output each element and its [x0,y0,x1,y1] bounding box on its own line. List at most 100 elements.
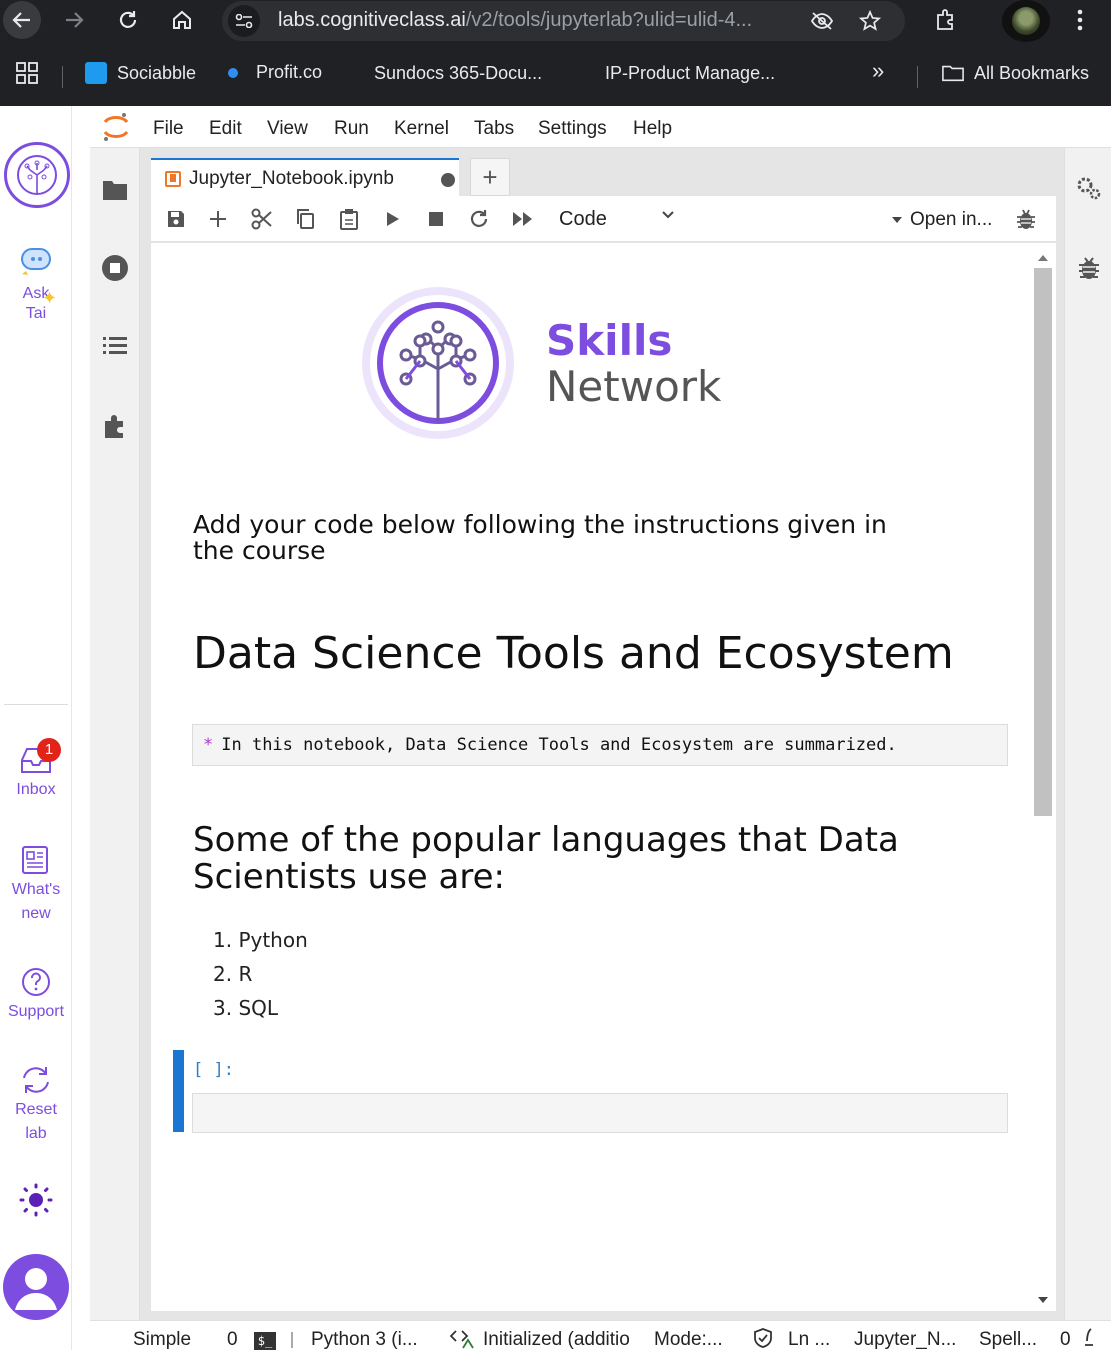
notebook-file-icon [165,171,181,187]
open-in-dropdown[interactable]: Open in... [910,209,992,231]
skills-network-wordmark-skills: Skills [546,316,673,365]
ask-tai-chat-icon [21,248,51,275]
jupyterlab-right-sidebar [1064,148,1111,1320]
bookmark-star-icon[interactable] [856,7,884,35]
theme-toggle-button[interactable] [0,1182,72,1220]
kebab-menu-icon[interactable] [1062,2,1098,38]
active-cell-indicator[interactable] [173,1050,184,1132]
forward-arrow-icon[interactable] [56,2,92,38]
bookmarks-overflow-button[interactable]: » [872,58,884,84]
restart-kernel-icon[interactable] [466,206,492,232]
jupyter-logo-icon [103,113,129,141]
reload-icon[interactable] [110,2,146,38]
profile-avatar[interactable] [1002,0,1050,42]
notebook-scrollbar-thumb[interactable] [1034,268,1052,816]
bookmark-separator [62,66,63,88]
bullet-star: * [203,735,214,755]
file-browser-folder-icon[interactable] [101,176,129,204]
notifications-count[interactable]: 0 [1060,1329,1071,1351]
bookmark-ip-product[interactable]: IP-Product Manage... [573,62,775,84]
menu-kernel[interactable]: Kernel [394,118,449,140]
menu-run[interactable]: Run [334,118,369,140]
browser-chrome: labs.cognitiveclass.ai/v2/tools/jupyterl… [0,0,1111,106]
add-cell-icon[interactable] [205,206,231,232]
cut-icon[interactable] [249,206,275,232]
cursor-position[interactable]: Ln ... [788,1329,830,1351]
notification-bell-icon[interactable] [1082,1327,1096,1349]
table-of-contents-icon[interactable] [101,332,129,360]
folder-icon [942,65,964,82]
running-kernels-stop-icon[interactable] [101,254,129,282]
simple-mode-toggle[interactable] [291,1332,295,1348]
inbox-button[interactable]: Inbox [0,746,72,802]
extension-manager-puzzle-icon[interactable] [101,412,129,440]
list-item: 2. R [213,962,253,986]
menu-edit[interactable]: Edit [209,118,242,140]
menu-settings[interactable]: Settings [538,118,607,140]
bookmark-sociabble[interactable]: Sociabble [85,62,196,84]
caret-down-icon [892,217,902,223]
skills-network-home-button[interactable] [4,142,70,208]
reset-lab-label-line2: lab [25,1125,47,1142]
profile-photo [1012,7,1040,35]
bookmark-profitco[interactable]: Profit.co [224,62,322,83]
intro-code-block: * In this notebook, Data Science Tools an… [192,724,1008,766]
bookmark-separator [917,66,918,88]
url-text[interactable]: labs.cognitiveclass.ai/v2/tools/jupyterl… [278,9,752,32]
whats-new-label-line2: new [21,905,51,922]
profitco-icon [228,67,238,78]
chevron-down-icon[interactable] [661,208,675,222]
copy-icon[interactable] [292,206,318,232]
whats-new-button[interactable]: What's new [0,844,72,926]
microsoft-icon [573,62,595,84]
newspaper-icon [22,846,48,874]
terminal-icon: $_ [254,1332,276,1350]
kernel-debugger-bug-icon[interactable] [1013,206,1039,232]
ask-tai-button[interactable]: Ask Tai ✦ [0,246,72,326]
menu-help[interactable]: Help [633,118,672,140]
help-circle-icon [22,968,50,996]
languages-list: 1. Python 2. R 3. SQL [213,926,308,1028]
notebook-toolbar: Code Open in... [151,196,1056,242]
home-icon[interactable] [164,2,200,38]
ask-tai-label-line2: Tai [25,305,47,322]
bookmark-label: IP-Product Manage... [605,62,776,83]
simple-mode-label[interactable]: Simple [133,1329,191,1351]
eye-off-icon[interactable] [808,7,836,35]
address-bar[interactable]: labs.cognitiveclass.ai/v2/tools/jupyterl… [222,1,905,41]
all-bookmarks-button[interactable]: All Bookmarks [942,62,1089,84]
current-file-name: Jupyter_N... [854,1329,957,1350]
spellchecker-status[interactable]: Spell... [979,1329,1037,1351]
menu-tabs[interactable]: Tabs [474,118,514,140]
menu-view[interactable]: View [267,118,308,140]
refresh-icon [23,1067,49,1093]
extensions-icon[interactable] [928,2,964,38]
user-avatar[interactable] [3,1254,69,1320]
new-launcher-tab-button[interactable]: + [470,158,510,196]
menu-file[interactable]: File [153,118,184,140]
bookmark-sundocs[interactable]: Sundocs 365-Docu... [342,62,542,84]
paste-icon[interactable] [336,206,362,232]
interrupt-kernel-icon[interactable] [423,206,449,232]
scroll-up-arrow-icon[interactable] [1036,252,1050,264]
save-icon[interactable] [163,206,189,232]
code-cell-input[interactable] [192,1093,1008,1133]
debugger-bug-icon[interactable] [1075,254,1103,282]
restart-run-all-icon[interactable] [510,206,536,232]
scroll-down-arrow-icon[interactable] [1036,1294,1050,1306]
back-arrow-icon[interactable] [4,2,40,38]
run-cell-icon[interactable] [380,206,406,232]
site-info-icon[interactable] [228,5,260,37]
property-inspector-gears-icon[interactable] [1075,174,1103,202]
kernel-status[interactable]: Python 3 (i... [311,1329,418,1351]
cell-type-select[interactable]: Code [559,208,607,231]
unsaved-changes-dot-icon[interactable] [441,173,455,187]
instructions-heading: Add your code below following the instru… [193,510,887,565]
lsp-status[interactable]: Initialized (additio [483,1329,630,1351]
terminals-count[interactable]: 0 [227,1329,238,1351]
skills-network-emblem-icon [362,287,514,439]
support-button[interactable]: Support [0,966,72,1024]
tab-jupyter-notebook[interactable]: Jupyter_Notebook.ipynb [151,158,459,196]
apps-grid-icon[interactable] [16,62,38,84]
reset-lab-button[interactable]: Reset lab [0,1064,72,1146]
